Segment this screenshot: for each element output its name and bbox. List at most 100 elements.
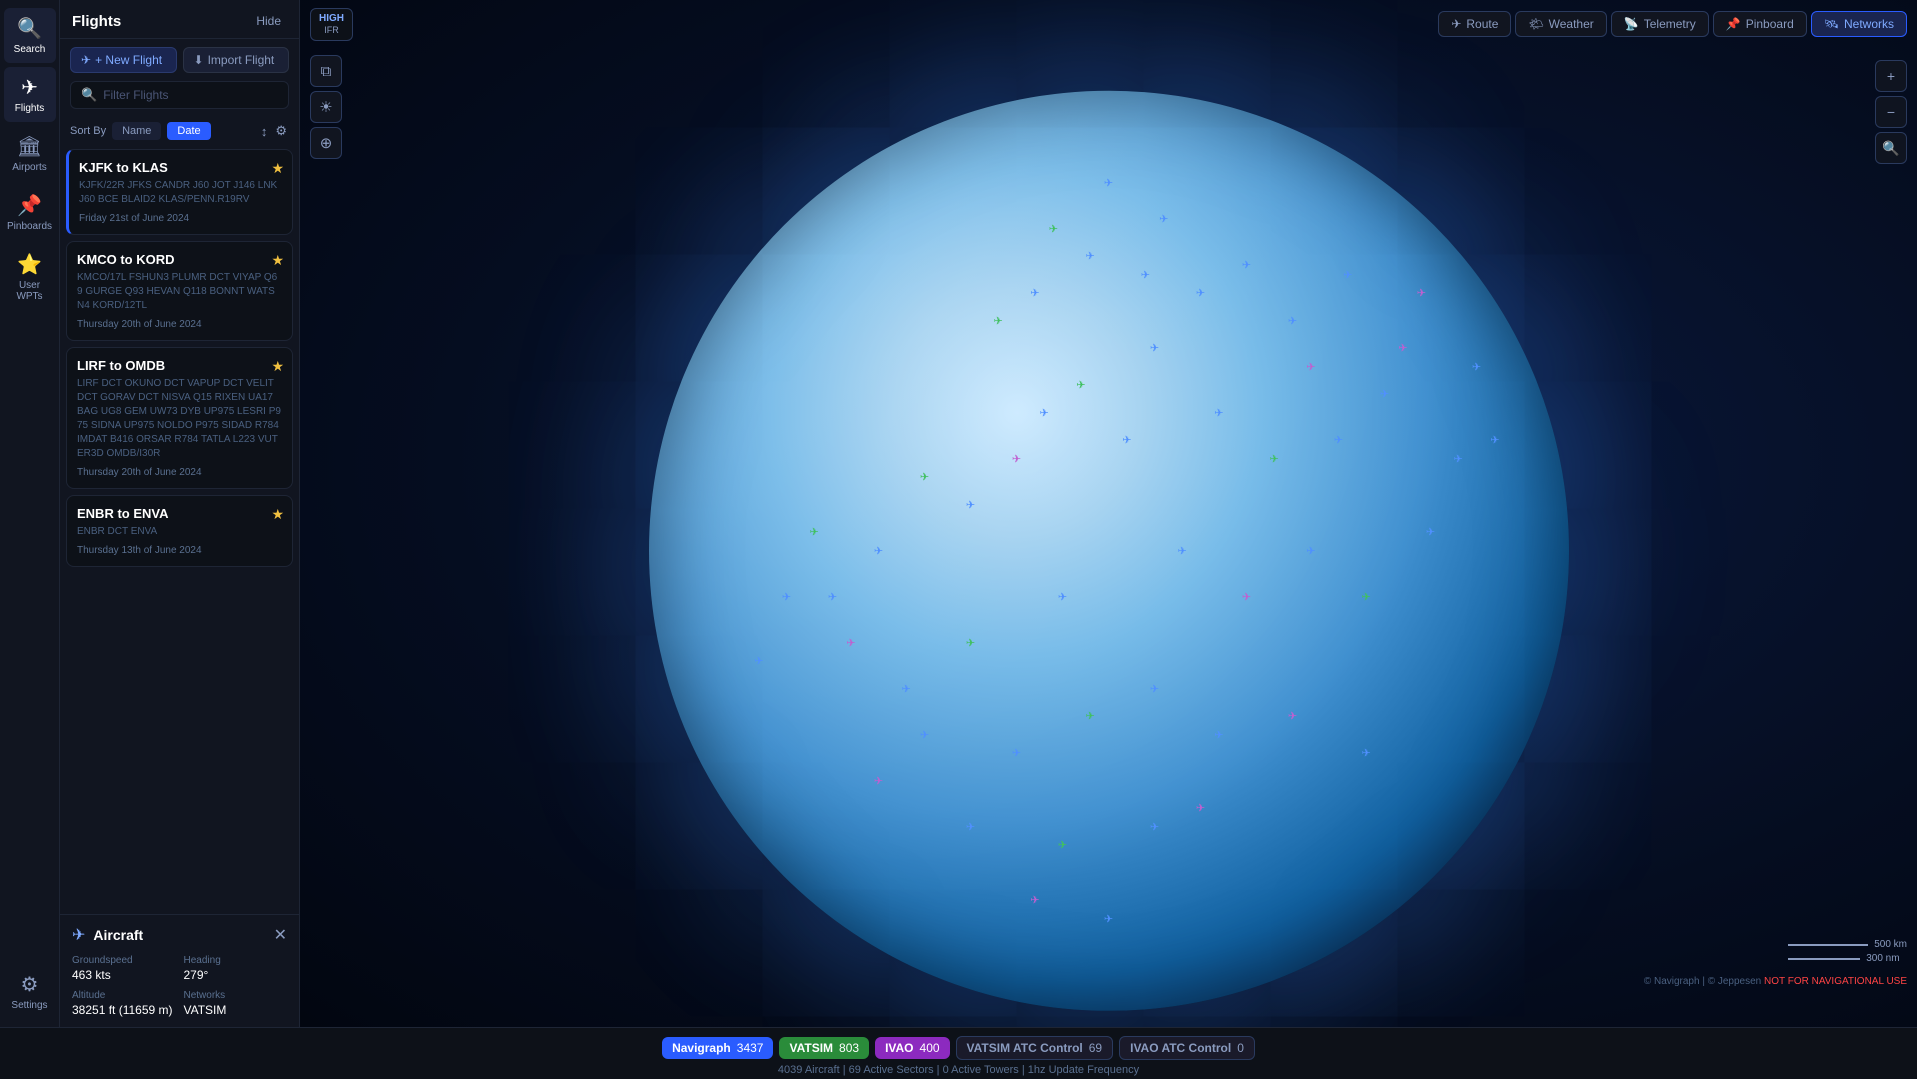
map-networks-button[interactable]: 🛰 Networks <box>1811 11 1907 37</box>
aircraft-dot[interactable]: ✈ <box>1288 314 1297 327</box>
aircraft-dot[interactable]: ✈ <box>1012 746 1021 759</box>
aircraft-dot[interactable]: ✈ <box>920 728 929 741</box>
brightness-button[interactable]: ☀ <box>310 91 342 123</box>
aircraft-dot[interactable]: ✈ <box>809 525 818 538</box>
flight-item[interactable]: ENBR to ENVA ENBR DCT ENVA Thursday 13th… <box>66 495 293 567</box>
network-badge-vatsim[interactable]: VATSIM 803 <box>779 1037 869 1059</box>
aircraft-dot[interactable]: ✈ <box>1196 801 1205 814</box>
aircraft-dot[interactable]: ✈ <box>920 470 929 483</box>
flight-star-icon[interactable]: ★ <box>271 252 284 269</box>
aircraft-dot[interactable]: ✈ <box>1058 838 1067 851</box>
map-weather-button[interactable]: 🌤 Weather <box>1515 11 1606 37</box>
aircraft-dot[interactable]: ✈ <box>1030 893 1039 906</box>
map-route-button[interactable]: ✈ Route <box>1438 11 1511 37</box>
aircraft-dot[interactable]: ✈ <box>1242 259 1251 272</box>
compass-button[interactable]: ⊕ <box>310 127 342 159</box>
layer-stack-button[interactable]: ⧉ <box>310 55 342 87</box>
aircraft-dot[interactable]: ✈ <box>1306 360 1315 373</box>
aircraft-dot[interactable]: ✈ <box>1058 590 1067 603</box>
weather-icon: 🌤 <box>1528 17 1543 31</box>
sort-filter-button[interactable]: ⚙ <box>273 121 289 141</box>
search-right-button[interactable]: 🔍 <box>1875 132 1907 164</box>
aircraft-dot[interactable]: ✈ <box>901 682 910 695</box>
map-area[interactable]: HIGH IFR ✈ Route 🌤 Weather 📡 Telemetry <box>300 0 1917 1027</box>
sidebar-item-airports[interactable]: 🏛 Airports <box>4 126 56 181</box>
network-badge-navigraph[interactable]: Navigraph 3437 <box>662 1037 773 1059</box>
aircraft-dot[interactable]: ✈ <box>1030 286 1039 299</box>
ifr-badge[interactable]: HIGH IFR <box>310 8 353 41</box>
filter-flights-input[interactable] <box>103 88 278 102</box>
flight-item[interactable]: KJFK to KLAS KJFK/22R JFKS CANDR J60 JOT… <box>66 149 293 235</box>
flight-star-icon[interactable]: ★ <box>271 160 284 177</box>
aircraft-dot[interactable]: ✈ <box>1085 249 1094 262</box>
zoom-in-button[interactable]: + <box>1875 60 1907 92</box>
sidebar-item-pinboards[interactable]: 📌 Pinboards <box>4 185 56 240</box>
network-badge-vatsim-atc[interactable]: VATSIM ATC Control 69 <box>956 1036 1114 1060</box>
sidebar-item-settings[interactable]: ⚙ Settings <box>4 964 56 1019</box>
aircraft-dot[interactable]: ✈ <box>1104 176 1113 189</box>
aircraft-dot[interactable]: ✈ <box>1361 590 1370 603</box>
aircraft-dot[interactable]: ✈ <box>1380 387 1389 400</box>
flight-item[interactable]: KMCO to KORD KMCO/17L FSHUN3 PLUMR DCT V… <box>66 241 293 341</box>
aircraft-close-button[interactable]: ✕ <box>274 925 287 945</box>
aircraft-dot[interactable]: ✈ <box>874 544 883 557</box>
map-telemetry-button[interactable]: 📡 Telemetry <box>1611 11 1709 37</box>
aircraft-dot[interactable]: ✈ <box>1012 452 1021 465</box>
network-badge-ivao[interactable]: IVAO 400 <box>875 1037 949 1059</box>
aircraft-dot[interactable]: ✈ <box>1426 525 1435 538</box>
aircraft-dot[interactable]: ✈ <box>1150 682 1159 695</box>
aircraft-dot[interactable]: ✈ <box>1177 544 1186 557</box>
hide-button[interactable]: Hide <box>250 12 287 30</box>
aircraft-dot[interactable]: ✈ <box>1269 452 1278 465</box>
aircraft-dot[interactable]: ✈ <box>754 654 763 667</box>
aircraft-dot[interactable]: ✈ <box>966 498 975 511</box>
aircraft-dot[interactable]: ✈ <box>1049 222 1058 235</box>
aircraft-dot[interactable]: ✈ <box>1472 360 1481 373</box>
sort-order-button[interactable]: ↕ <box>259 121 270 141</box>
aircraft-dot[interactable]: ✈ <box>874 774 883 787</box>
aircraft-dot[interactable]: ✈ <box>1141 268 1150 281</box>
aircraft-dot[interactable]: ✈ <box>828 590 837 603</box>
aircraft-dot[interactable]: ✈ <box>846 636 855 649</box>
aircraft-dot[interactable]: ✈ <box>1306 544 1315 557</box>
aircraft-dot[interactable]: ✈ <box>966 636 975 649</box>
aircraft-dot[interactable]: ✈ <box>1085 709 1094 722</box>
aircraft-dot[interactable]: ✈ <box>1214 406 1223 419</box>
sort-date-button[interactable]: Date <box>167 122 210 140</box>
aircraft-dot[interactable]: ✈ <box>1104 912 1113 925</box>
aircraft-dot[interactable]: ✈ <box>1242 590 1251 603</box>
aircraft-dot[interactable]: ✈ <box>966 820 975 833</box>
aircraft-dot[interactable]: ✈ <box>1343 268 1352 281</box>
aircraft-dot[interactable]: ✈ <box>782 590 791 603</box>
aircraft-dot[interactable]: ✈ <box>1076 378 1085 391</box>
aircraft-dot[interactable]: ✈ <box>1453 452 1462 465</box>
aircraft-dot[interactable]: ✈ <box>993 314 1002 327</box>
aircraft-dot[interactable]: ✈ <box>1122 433 1131 446</box>
import-flight-button[interactable]: ⬇ Import Flight <box>183 47 290 73</box>
map-pinboard-button[interactable]: 📌 Pinboard <box>1713 11 1807 37</box>
network-badge-ivao-atc[interactable]: IVAO ATC Control 0 <box>1119 1036 1255 1060</box>
aircraft-dot[interactable]: ✈ <box>1150 341 1159 354</box>
new-flight-button[interactable]: ✈ + New Flight <box>70 47 177 73</box>
aircraft-dot[interactable]: ✈ <box>1196 286 1205 299</box>
flight-item[interactable]: LIRF to OMDB LIRF DCT OKUNO DCT VAPUP DC… <box>66 347 293 489</box>
sort-by-label: Sort By <box>70 125 106 137</box>
aircraft-dot[interactable]: ✈ <box>1361 746 1370 759</box>
aircraft-dot[interactable]: ✈ <box>1490 433 1499 446</box>
sidebar-item-flights[interactable]: ✈ Flights <box>4 67 56 122</box>
zoom-out-button[interactable]: − <box>1875 96 1907 128</box>
aircraft-dot[interactable]: ✈ <box>1214 728 1223 741</box>
aircraft-dot[interactable]: ✈ <box>1288 709 1297 722</box>
sidebar-item-user-wpts[interactable]: ⭐ User WPTs <box>4 244 56 310</box>
sidebar-item-search[interactable]: 🔍 Search <box>4 8 56 63</box>
flight-star-icon[interactable]: ★ <box>271 506 284 523</box>
aircraft-dot[interactable]: ✈ <box>1398 341 1407 354</box>
aircraft-dot[interactable]: ✈ <box>1334 433 1343 446</box>
aircraft-dot[interactable]: ✈ <box>1039 406 1048 419</box>
aircraft-dot[interactable]: ✈ <box>1417 286 1426 299</box>
flight-star-icon[interactable]: ★ <box>271 358 284 375</box>
search-icon: 🔍 <box>17 16 42 41</box>
aircraft-dot[interactable]: ✈ <box>1159 213 1168 226</box>
aircraft-dot[interactable]: ✈ <box>1150 820 1159 833</box>
sort-name-button[interactable]: Name <box>112 122 161 140</box>
